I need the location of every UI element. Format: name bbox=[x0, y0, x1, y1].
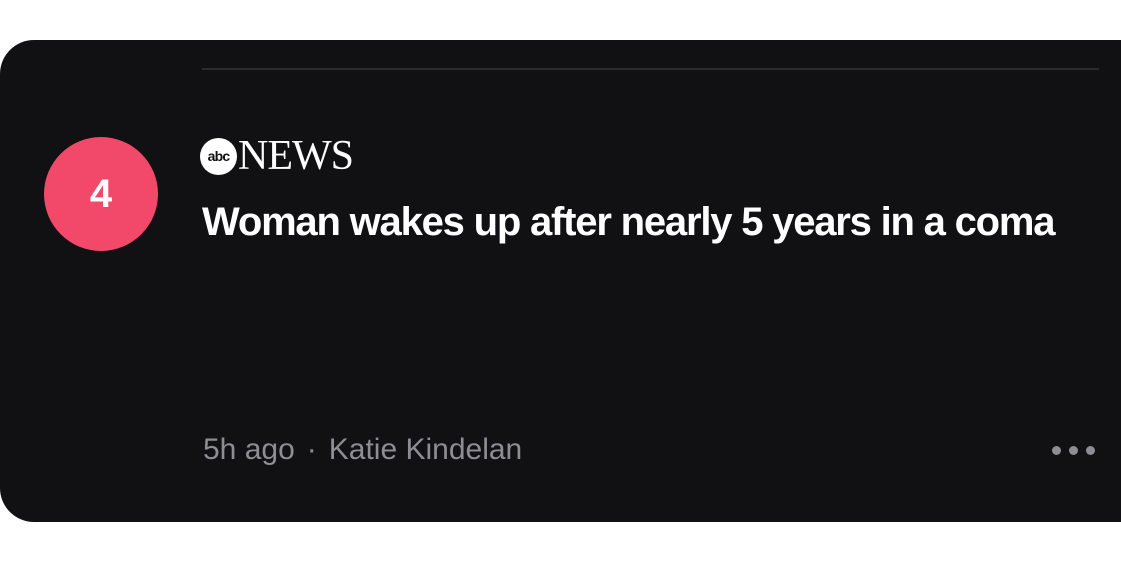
story-headline[interactable]: Woman wakes up after nearly 5 years in a… bbox=[202, 196, 1082, 248]
more-dot bbox=[1086, 446, 1095, 455]
rank-number: 4 bbox=[89, 171, 113, 216]
publisher-logo[interactable]: abc NEWS bbox=[200, 133, 354, 179]
divider bbox=[202, 68, 1099, 70]
news-story-card[interactable]: 4 abc NEWS Woman wakes up after nearly 5… bbox=[0, 40, 1121, 522]
more-dot bbox=[1069, 446, 1078, 455]
time-ago: 5h ago bbox=[203, 433, 295, 466]
story-meta: 5h ago · Katie Kindelan bbox=[203, 430, 522, 470]
more-dot bbox=[1052, 446, 1061, 455]
author-name: Katie Kindelan bbox=[328, 433, 523, 466]
publisher-name: NEWS bbox=[238, 133, 354, 179]
rank-badge: 4 bbox=[44, 137, 158, 251]
more-options-button[interactable] bbox=[1052, 438, 1095, 463]
meta-separator: · bbox=[306, 433, 317, 466]
abc-logo-text: abc bbox=[207, 148, 231, 164]
abc-logo-icon: abc bbox=[200, 137, 237, 175]
